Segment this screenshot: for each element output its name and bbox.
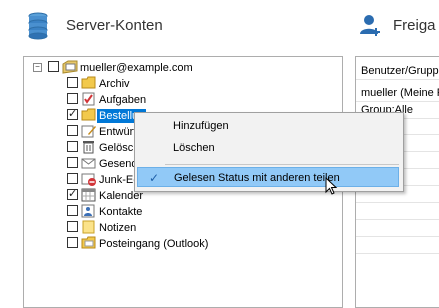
inbox-icon — [81, 236, 97, 250]
tree-root-row[interactable]: − mueller@example.com — [24, 60, 342, 76]
tree-item-archiv[interactable]: Archiv — [24, 76, 342, 92]
item-checkbox[interactable] — [67, 93, 78, 104]
menu-item-share-read-status-label: Gelesen Status mit anderen teilen — [174, 172, 340, 184]
item-checkbox[interactable] — [67, 173, 78, 184]
tree-item-notizen[interactable]: Notizen — [24, 220, 342, 236]
share-title: Freiga — [393, 17, 436, 34]
folder-icon — [81, 76, 97, 90]
menu-item-add-label: Hinzufügen — [173, 120, 229, 132]
menu-item-share-read-status[interactable]: ✓ Gelesen Status mit anderen teilen — [137, 167, 399, 187]
server-accounts-title: Server-Konten — [66, 17, 163, 34]
item-checkbox-checked[interactable] — [67, 107, 78, 120]
drafts-icon — [81, 124, 97, 138]
contacts-icon — [81, 204, 97, 218]
item-label: Notizen — [99, 222, 137, 234]
menu-item-add[interactable]: Hinzufügen — [137, 116, 399, 136]
tree-item-posteingang[interactable]: Posteingang (Outlook) — [24, 236, 342, 252]
folder-icon — [81, 108, 97, 122]
database-icon — [27, 12, 49, 43]
notes-icon — [81, 220, 97, 234]
item-checkbox[interactable] — [67, 125, 78, 136]
share-row-owner[interactable]: mueller (Meine F — [356, 85, 439, 102]
calendar-icon — [81, 188, 97, 202]
menu-item-delete-label: Löschen — [173, 142, 215, 154]
item-label: Posteingang (Outlook) — [99, 238, 209, 250]
share-header-row: Benutzer/Grupp — [356, 63, 439, 80]
item-checkbox[interactable] — [67, 157, 78, 168]
item-label: Archiv — [99, 78, 130, 90]
tree-item-aufgaben[interactable]: Aufgaben — [24, 92, 342, 108]
add-user-icon — [359, 13, 383, 40]
sent-icon — [81, 156, 97, 170]
item-checkbox[interactable] — [67, 221, 78, 232]
item-checkbox-checked[interactable] — [67, 187, 78, 200]
junk-icon — [81, 172, 97, 186]
deleted-icon — [81, 140, 97, 154]
menu-separator — [165, 164, 399, 165]
item-checkbox[interactable] — [67, 237, 78, 248]
share-row-empty — [356, 204, 439, 220]
check-icon: ✓ — [149, 171, 160, 185]
collapse-icon[interactable]: − — [33, 63, 42, 72]
item-checkbox[interactable] — [67, 77, 78, 88]
item-checkbox[interactable] — [67, 141, 78, 152]
item-checkbox[interactable] — [67, 205, 78, 216]
root-checkbox[interactable] — [48, 61, 59, 72]
share-row-empty — [356, 221, 439, 237]
menu-item-delete[interactable]: Löschen — [137, 138, 399, 158]
item-label: Kontakte — [99, 206, 143, 218]
mouse-cursor-icon — [325, 176, 339, 200]
account-icon — [62, 60, 78, 74]
item-label: Aufgaben — [99, 94, 147, 106]
share-row-empty — [356, 238, 439, 254]
tree-item-kontakte[interactable]: Kontakte — [24, 204, 342, 220]
tree-root-label: mueller@example.com — [80, 62, 193, 74]
tasks-icon — [81, 92, 97, 106]
context-menu: Hinzufügen Löschen ✓ Gelesen Status mit … — [134, 112, 404, 192]
